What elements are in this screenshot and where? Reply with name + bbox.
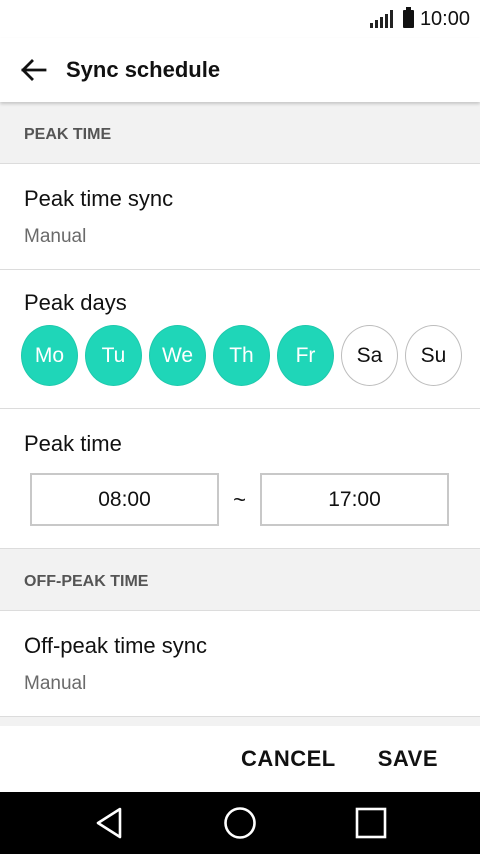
peak-days-selector: Mo Tu We Th Fr Sa Su	[21, 325, 480, 386]
navigation-bar	[0, 792, 480, 854]
peak-time-title: Peak time	[24, 431, 122, 456]
peak-days-row: Peak days Mo Tu We Th Fr Sa Su	[0, 270, 480, 409]
save-button[interactable]: SAVE	[378, 746, 438, 772]
nav-home-button[interactable]	[205, 792, 275, 854]
cancel-button[interactable]: CANCEL	[241, 746, 336, 772]
section-header-off-peak-time: OFF-PEAK TIME	[0, 549, 480, 611]
arrow-left-icon	[21, 59, 47, 81]
square-recents-icon	[355, 807, 387, 839]
peak-time-sync-row[interactable]: Peak time sync Manual	[0, 164, 480, 270]
day-toggle-tu[interactable]: Tu	[85, 325, 142, 386]
off-peak-time-sync-title: Off-peak time sync	[24, 633, 207, 658]
peak-start-time-field[interactable]: 08:00	[30, 473, 219, 526]
peak-time-range: 08:00 ~ 17:00	[30, 473, 480, 526]
circle-home-icon	[224, 807, 256, 839]
battery-icon	[402, 7, 414, 28]
page-title: Sync schedule	[66, 57, 221, 82]
day-toggle-we[interactable]: We	[149, 325, 206, 386]
app-bar: Sync schedule	[0, 38, 480, 102]
time-range-separator: ~	[233, 486, 246, 512]
day-toggle-fr[interactable]: Fr	[277, 325, 334, 386]
status-bar: 10:00	[0, 0, 480, 38]
day-toggle-th[interactable]: Th	[213, 325, 270, 386]
nav-back-button[interactable]	[74, 792, 144, 854]
day-toggle-su[interactable]: Su	[405, 325, 462, 386]
peak-end-time-field[interactable]: 17:00	[260, 473, 449, 526]
day-toggle-sa[interactable]: Sa	[341, 325, 398, 386]
section-header-peak-time: PEAK TIME	[0, 102, 480, 164]
nav-recents-button[interactable]	[336, 792, 406, 854]
action-bar: CANCEL SAVE	[0, 726, 480, 792]
status-icons: 10:00	[369, 7, 470, 30]
peak-time-sync-value: Manual	[24, 226, 87, 247]
triangle-back-icon	[96, 807, 122, 839]
back-button[interactable]	[0, 38, 66, 102]
peak-days-title: Peak days	[24, 290, 127, 315]
peak-time-sync-title: Peak time sync	[24, 186, 174, 211]
off-peak-time-sync-row[interactable]: Off-peak time sync Manual	[0, 611, 480, 717]
day-toggle-mo[interactable]: Mo	[21, 325, 78, 386]
settings-list: PEAK TIME Peak time sync Manual Peak day…	[0, 102, 480, 726]
peak-time-row: Peak time 08:00 ~ 17:00	[0, 409, 480, 549]
status-time: 10:00	[419, 7, 470, 30]
off-peak-time-sync-value: Manual	[24, 673, 87, 694]
signal-icon	[369, 10, 393, 28]
